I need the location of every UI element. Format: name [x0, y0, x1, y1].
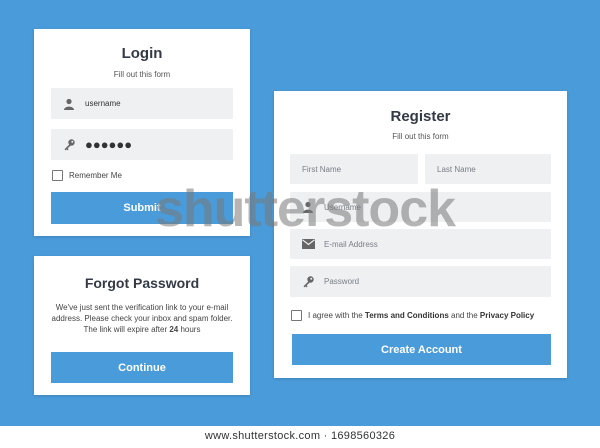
password-value: ●●●●●●: [85, 137, 133, 152]
register-password-placeholder: Password: [324, 277, 360, 286]
password-field[interactable]: ●●●●●●: [51, 129, 233, 160]
register-card: Register Fill out this form First Name L…: [274, 91, 567, 378]
email-field[interactable]: E-mail Address: [290, 229, 551, 259]
user-icon: [62, 97, 76, 111]
last-name-placeholder: Last Name: [437, 164, 476, 174]
key-icon: [62, 138, 76, 152]
login-subtitle: Fill out this form: [113, 70, 171, 79]
forgot-password-card: Forgot Password We've just sent the veri…: [34, 256, 250, 395]
register-subtitle: Fill out this form: [392, 132, 449, 141]
forgot-title: Forgot Password: [84, 275, 200, 291]
remember-checkbox[interactable]: [52, 170, 63, 181]
footer-credit: www.shutterstock.com · 1698560326: [204, 430, 396, 442]
submit-button[interactable]: Submit: [51, 192, 233, 224]
register-username-placeholder: Username: [324, 202, 361, 212]
privacy-link[interactable]: Privacy Policy: [480, 311, 534, 320]
forgot-line-1: We've just sent the verification link to…: [55, 303, 229, 312]
username-value: username: [85, 99, 121, 108]
terms-link[interactable]: Terms and Conditions: [365, 311, 449, 320]
forgot-message: We've just sent the verification link to…: [48, 302, 236, 335]
email-placeholder: E-mail Address: [324, 239, 378, 249]
forgot-line-2: address. Please check your inbox and spa…: [51, 314, 233, 323]
agree-label: I agree with the Terms and Conditions an…: [308, 311, 535, 320]
user-icon: [301, 200, 315, 214]
forgot-line-3: The link will expire after 24 hours: [83, 325, 201, 334]
register-title: Register: [390, 108, 451, 125]
username-field[interactable]: username: [51, 88, 233, 119]
login-card: Login Fill out this form username ●●●●●●…: [34, 29, 250, 236]
last-name-field[interactable]: Last Name: [425, 154, 551, 184]
register-password-field[interactable]: Password: [290, 266, 551, 297]
expiry-hours: 24: [169, 325, 179, 334]
login-title: Login: [121, 45, 163, 62]
first-name-placeholder: First Name: [302, 164, 342, 174]
key-icon: [301, 275, 315, 289]
continue-button[interactable]: Continue: [51, 352, 233, 383]
first-name-field[interactable]: First Name: [290, 154, 418, 184]
remember-label: Remember Me: [69, 171, 122, 180]
mail-icon: [301, 237, 315, 251]
register-username-field[interactable]: Username: [290, 192, 551, 222]
agree-checkbox[interactable]: [291, 310, 302, 321]
create-account-button[interactable]: Create Account: [292, 334, 551, 365]
